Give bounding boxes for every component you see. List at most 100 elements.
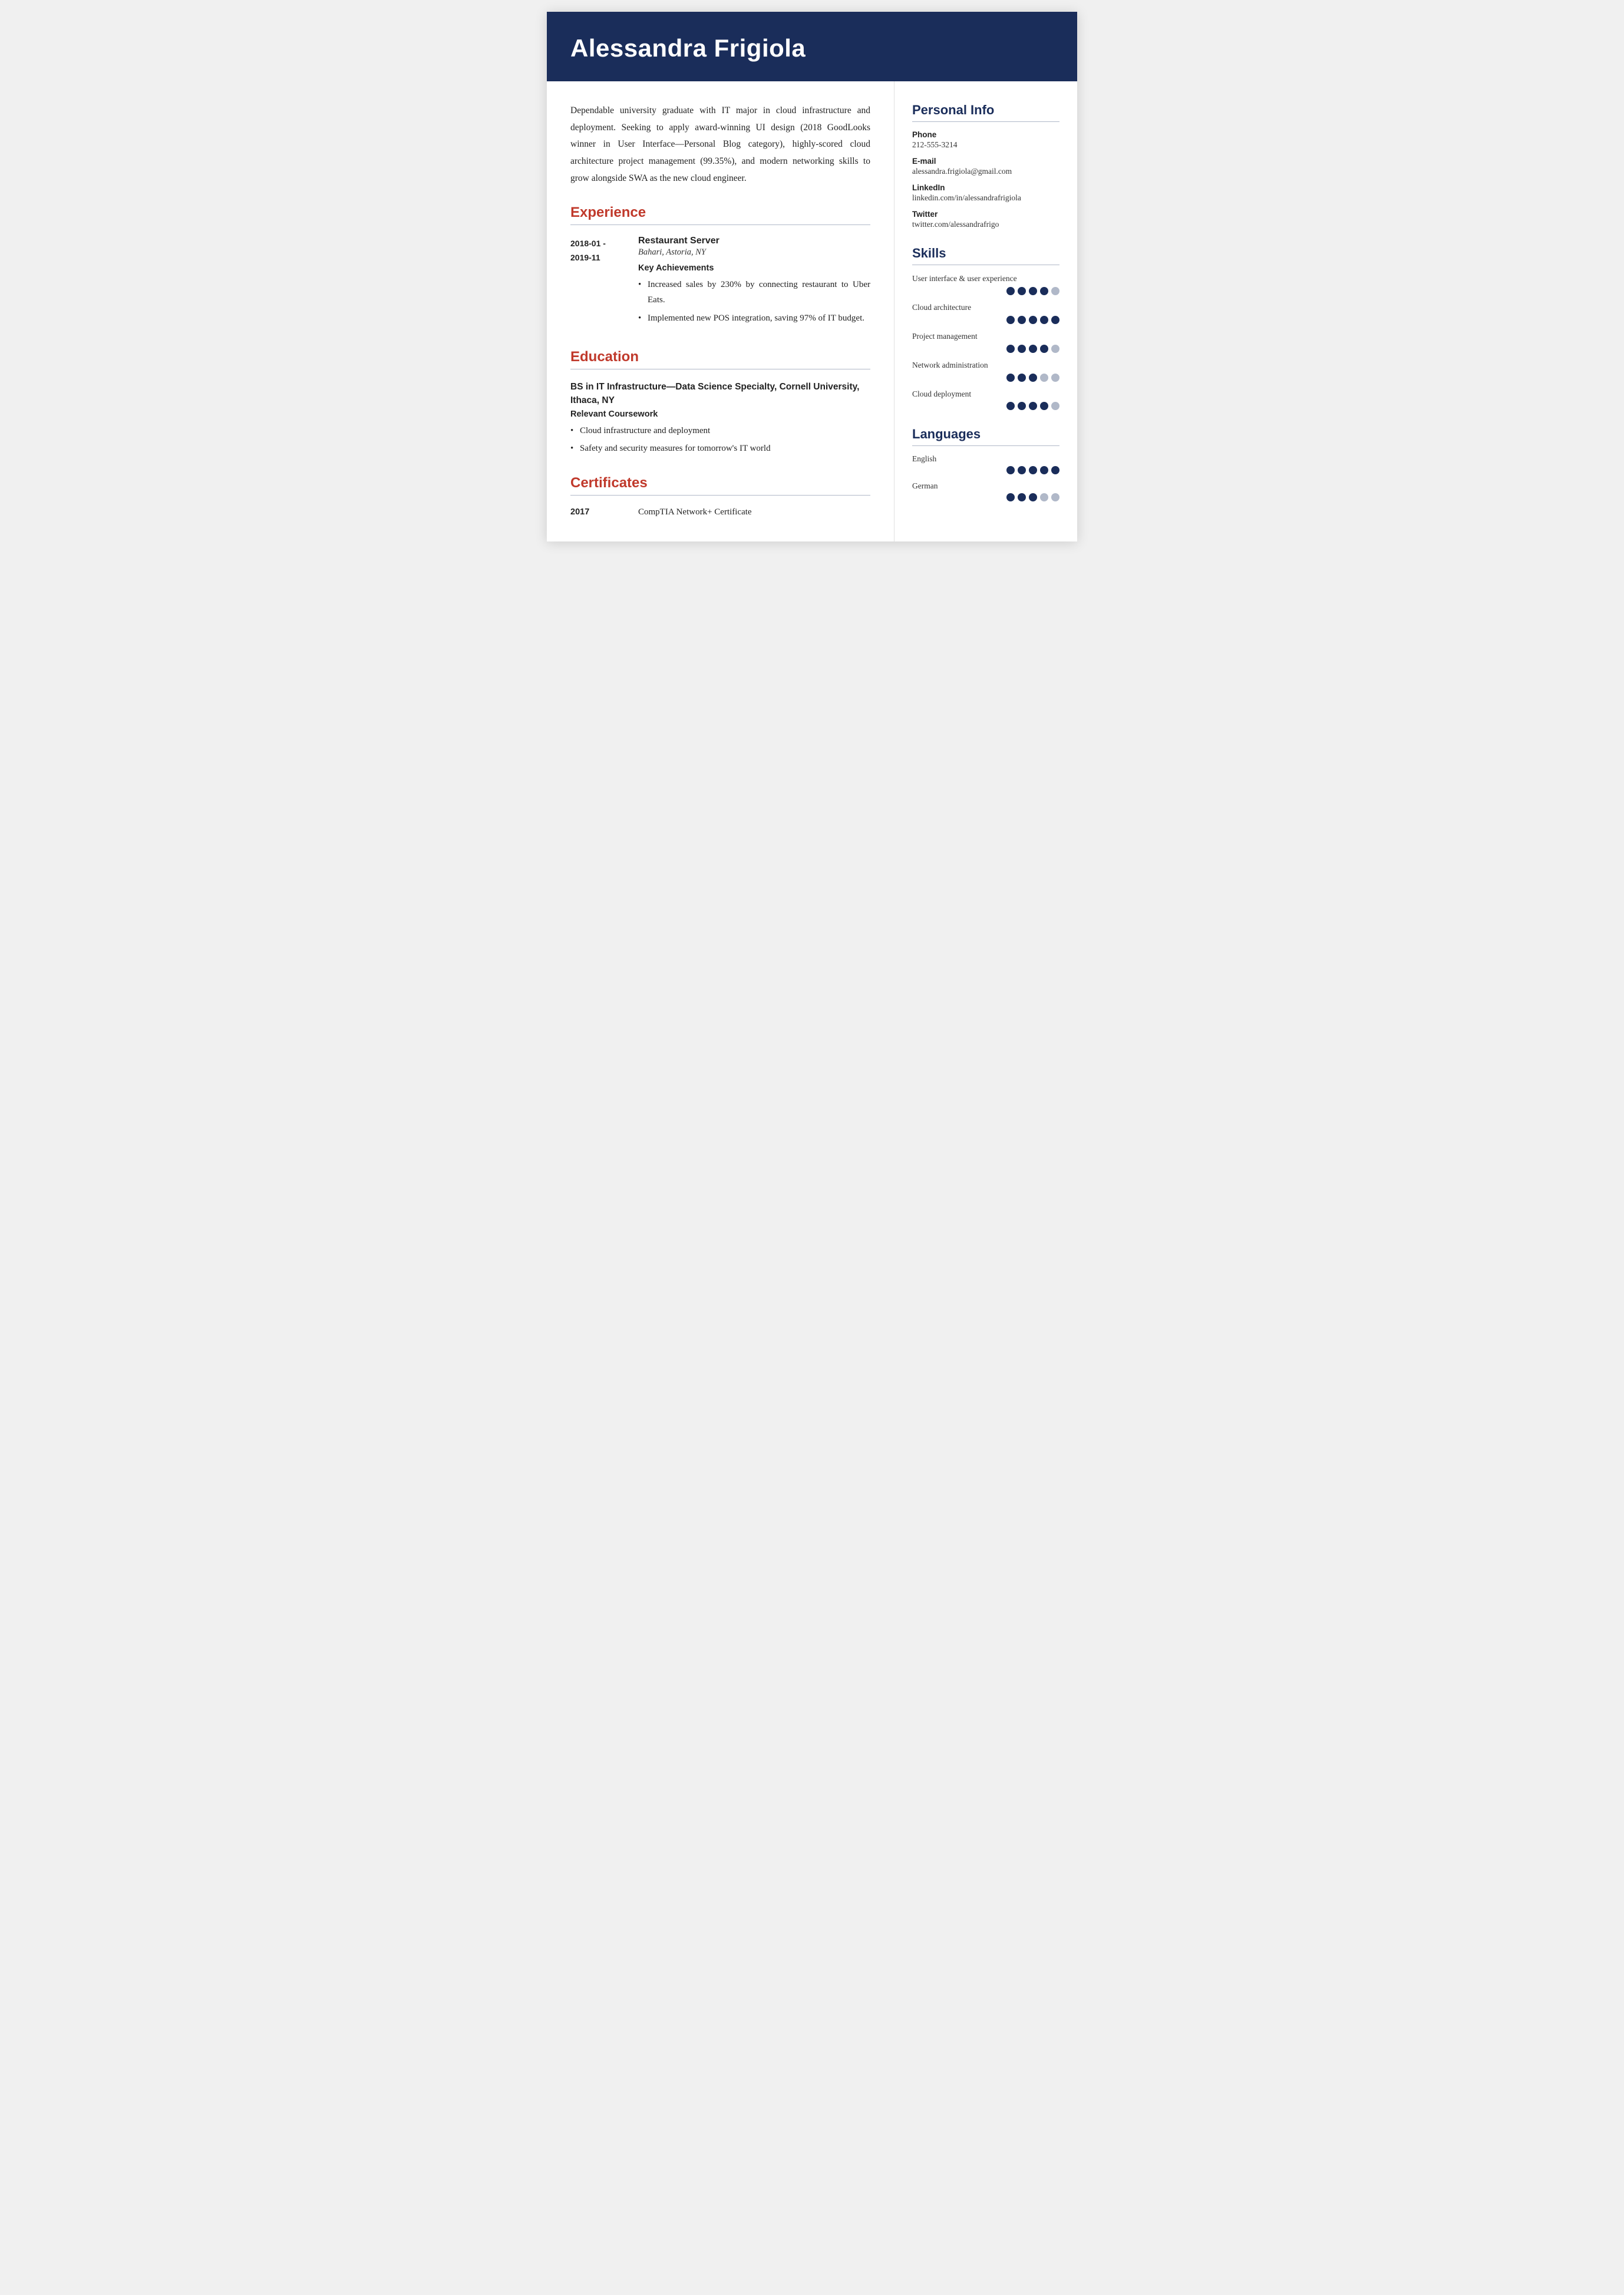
resume-body: Dependable university graduate with IT m… xyxy=(547,81,1077,541)
dot xyxy=(1006,466,1015,474)
cert-name: CompTIA Network+ Certificate xyxy=(638,506,752,517)
dot xyxy=(1040,316,1048,324)
dot xyxy=(1051,493,1059,501)
languages-divider xyxy=(912,445,1059,446)
personal-info-twitter: Twitter twitter.com/alessandrafrigo xyxy=(912,210,1059,229)
dot xyxy=(1006,316,1015,324)
dot xyxy=(1040,402,1048,410)
certificates-divider xyxy=(570,495,870,496)
dot xyxy=(1006,402,1015,410)
language-name-english: English xyxy=(912,454,1059,464)
phone-label: Phone xyxy=(912,130,1059,139)
dot xyxy=(1029,374,1037,382)
skill-dots-network-admin xyxy=(912,374,1059,382)
dot xyxy=(1006,287,1015,295)
dot xyxy=(1018,287,1026,295)
right-column: Personal Info Phone 212-555-3214 E-mail … xyxy=(894,81,1077,541)
experience-section: Experience 2018-01 - 2019-11 Restaurant … xyxy=(570,204,870,330)
certificate-entry: 2017 CompTIA Network+ Certificate xyxy=(570,506,870,517)
skill-dots-cloud-arch xyxy=(912,316,1059,324)
edu-degree: BS in IT Infrastructure—Data Science Spe… xyxy=(570,380,870,408)
cert-year: 2017 xyxy=(570,506,638,517)
skills-title: Skills xyxy=(912,246,1059,261)
coursework-heading: Relevant Coursework xyxy=(570,410,870,419)
summary-text: Dependable university graduate with IT m… xyxy=(570,103,870,187)
dot xyxy=(1029,402,1037,410)
skill-item-cloud-arch: Cloud architecture xyxy=(912,302,1059,324)
personal-info-email: E-mail alessandra.frigiola@gmail.com xyxy=(912,157,1059,176)
skill-name-ui: User interface & user experience xyxy=(912,273,1059,285)
skill-dots-project-mgmt xyxy=(912,345,1059,353)
left-column: Dependable university graduate with IT m… xyxy=(547,81,894,541)
dot xyxy=(1051,402,1059,410)
dot xyxy=(1029,493,1037,501)
dot xyxy=(1051,466,1059,474)
experience-title: Experience xyxy=(570,204,870,221)
dot xyxy=(1029,466,1037,474)
dot xyxy=(1029,287,1037,295)
exp-date-end: 2019-11 xyxy=(570,251,638,265)
exp-company: Bahari, Astoria, NY xyxy=(638,247,870,257)
dot xyxy=(1040,287,1048,295)
achievement-item: Increased sales by 230% by connecting re… xyxy=(638,278,870,308)
skill-item-cloud-deploy: Cloud deployment xyxy=(912,389,1059,411)
phone-value: 212-555-3214 xyxy=(912,140,1059,150)
twitter-value: twitter.com/alessandrafrigo xyxy=(912,220,1059,229)
skill-name-cloud-arch: Cloud architecture xyxy=(912,302,1059,313)
coursework-list: Cloud infrastructure and deployment Safe… xyxy=(570,424,870,456)
email-value: alessandra.frigiola@gmail.com xyxy=(912,167,1059,176)
personal-info-phone: Phone 212-555-3214 xyxy=(912,130,1059,150)
dot xyxy=(1018,466,1026,474)
skill-dots-ui xyxy=(912,287,1059,295)
candidate-name: Alessandra Frigiola xyxy=(570,34,1054,62)
coursework-item: Safety and security measures for tomorro… xyxy=(570,441,870,457)
skill-name-network-admin: Network administration xyxy=(912,360,1059,371)
dot xyxy=(1029,345,1037,353)
languages-section: Languages English German xyxy=(912,427,1059,501)
exp-date-start: 2018-01 - xyxy=(570,237,638,251)
email-label: E-mail xyxy=(912,157,1059,166)
dot xyxy=(1051,345,1059,353)
education-entry: BS in IT Infrastructure—Data Science Spe… xyxy=(570,380,870,457)
dot xyxy=(1006,493,1015,501)
language-item-german: German xyxy=(912,481,1059,501)
dot xyxy=(1040,493,1048,501)
skill-item-ui: User interface & user experience xyxy=(912,273,1059,295)
achievements-list: Increased sales by 230% by connecting re… xyxy=(638,278,870,326)
languages-title: Languages xyxy=(912,427,1059,442)
dot xyxy=(1018,402,1026,410)
personal-info-section: Personal Info Phone 212-555-3214 E-mail … xyxy=(912,103,1059,229)
achievements-heading: Key Achievements xyxy=(638,263,870,273)
exp-dates: 2018-01 - 2019-11 xyxy=(570,236,638,330)
language-dots-english xyxy=(912,466,1059,474)
dot xyxy=(1018,493,1026,501)
skill-item-network-admin: Network administration xyxy=(912,360,1059,382)
language-item-english: English xyxy=(912,454,1059,474)
language-dots-german xyxy=(912,493,1059,501)
dot xyxy=(1040,374,1048,382)
skill-dots-cloud-deploy xyxy=(912,402,1059,410)
skills-section: Skills User interface & user experience … xyxy=(912,246,1059,410)
education-section: Education BS in IT Infrastructure—Data S… xyxy=(570,349,870,457)
exp-details: Restaurant Server Bahari, Astoria, NY Ke… xyxy=(638,236,870,330)
dot xyxy=(1006,345,1015,353)
exp-job-title: Restaurant Server xyxy=(638,236,870,246)
experience-entry: 2018-01 - 2019-11 Restaurant Server Baha… xyxy=(570,236,870,330)
certificates-title: Certificates xyxy=(570,475,870,491)
personal-info-divider xyxy=(912,121,1059,122)
dot xyxy=(1006,374,1015,382)
dot xyxy=(1051,316,1059,324)
coursework-item: Cloud infrastructure and deployment xyxy=(570,424,870,439)
language-name-german: German xyxy=(912,481,1059,491)
dot xyxy=(1018,374,1026,382)
resume-container: Alessandra Frigiola Dependable universit… xyxy=(547,12,1077,541)
dot xyxy=(1040,345,1048,353)
dot xyxy=(1018,345,1026,353)
dot xyxy=(1040,466,1048,474)
dot xyxy=(1018,316,1026,324)
experience-divider xyxy=(570,224,870,225)
education-title: Education xyxy=(570,349,870,365)
linkedin-value: linkedin.com/in/alessandrafrigiola xyxy=(912,193,1059,203)
dot xyxy=(1051,374,1059,382)
personal-info-title: Personal Info xyxy=(912,103,1059,118)
